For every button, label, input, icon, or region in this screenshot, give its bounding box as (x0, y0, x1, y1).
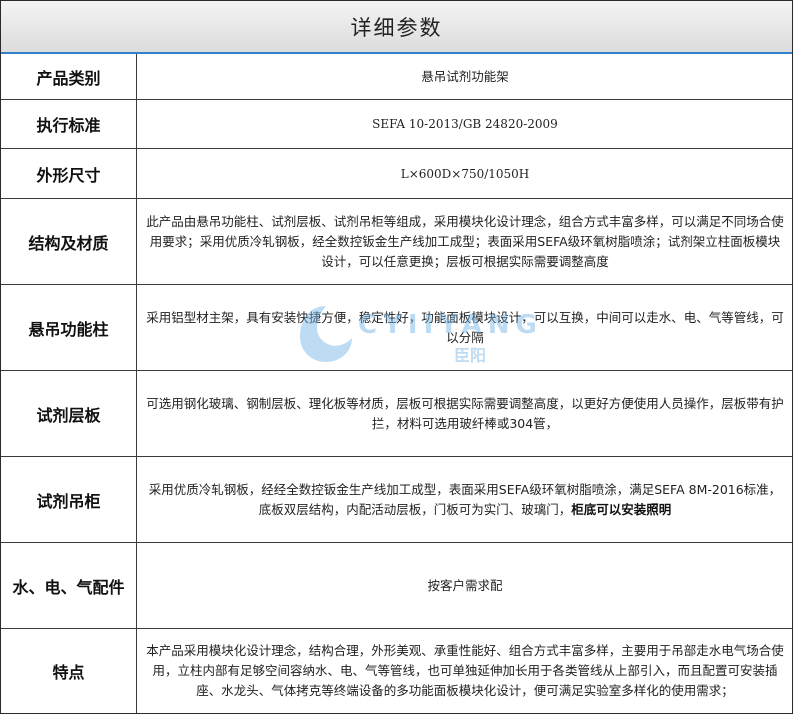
row-label: 产品类别 (1, 54, 137, 99)
row-value: 可选用钢化玻璃、钢制层板、理化板等材质，层板可根据实际需要调整高度，以更好方便使… (146, 395, 784, 431)
row-value: 按客户需求配 (427, 577, 503, 593)
row-value-plain: 采用优质冷轧钢板，经经全数控钣金生产线加工成型，表面采用SEFA级环氧树脂喷涂，… (148, 481, 782, 517)
row-value: 本产品采用模块化设计理念，结构合理，外形美观、承重性能好、组合方式丰富多样，主要… (146, 643, 784, 698)
row-label: 执行标准 (1, 100, 137, 148)
table-row: 悬吊功能柱 采用铝型材主架，具有安装快捷方便，稳定性好，功能面板模块设计，可以互… (1, 285, 792, 371)
table-row: 外形尺寸 L×600D×750/1050H (1, 149, 792, 199)
row-label: 试剂层板 (1, 371, 137, 456)
table-row: 水、电、气配件 按客户需求配 (1, 543, 792, 629)
row-label: 试剂吊柜 (1, 457, 137, 542)
row-value: 此产品由悬吊功能柱、试剂层板、试剂吊柜等组成，采用模块化设计理念，组合方式丰富多… (146, 213, 784, 269)
table-row: 试剂层板 可选用钢化玻璃、钢制层板、理化板等材质，层板可根据实际需要调整高度，以… (1, 371, 792, 457)
row-value-emphasis: 柜底可以安装照明 (571, 501, 672, 517)
row-value: SEFA 10-2013/GB 24820-2009 (372, 117, 558, 131)
row-label: 悬吊功能柱 (1, 285, 137, 370)
table-title: 详细参数 (1, 1, 792, 54)
row-label: 结构及材质 (1, 199, 137, 284)
table-row: 结构及材质 此产品由悬吊功能柱、试剂层板、试剂吊柜等组成，采用模块化设计理念，组… (1, 199, 792, 285)
table-row: 执行标准 SEFA 10-2013/GB 24820-2009 (1, 100, 792, 149)
row-label: 外形尺寸 (1, 149, 137, 198)
row-value: 采用铝型材主架，具有安装快捷方便，稳定性好，功能面板模块设计，可以互换，中间可以… (146, 309, 784, 345)
table-row: 产品类别 悬吊试剂功能架 (1, 54, 792, 100)
table-row: 试剂吊柜 采用优质冷轧钢板，经经全数控钣金生产线加工成型，表面采用SEFA级环氧… (1, 457, 792, 543)
parameter-table: 详细参数 产品类别 悬吊试剂功能架 执行标准 SEFA 10-2013/GB 2… (0, 0, 793, 714)
row-label: 水、电、气配件 (1, 543, 137, 628)
row-value-text: 采用优质冷轧钢板，经经全数控钣金生产线加工成型，表面采用SEFA级环氧树脂喷涂，… (144, 480, 786, 520)
row-label: 特点 (1, 629, 137, 713)
row-value: 悬吊试剂功能架 (421, 68, 509, 84)
row-value: 采用优质冷轧钢板，经经全数控钣金生产线加工成型，表面采用SEFA级环氧树脂喷涂，… (138, 457, 792, 542)
row-value: L×600D×750/1050H (400, 166, 530, 181)
table-row: 特点 本产品采用模块化设计理念，结构合理，外形美观、承重性能好、组合方式丰富多样… (1, 629, 792, 713)
